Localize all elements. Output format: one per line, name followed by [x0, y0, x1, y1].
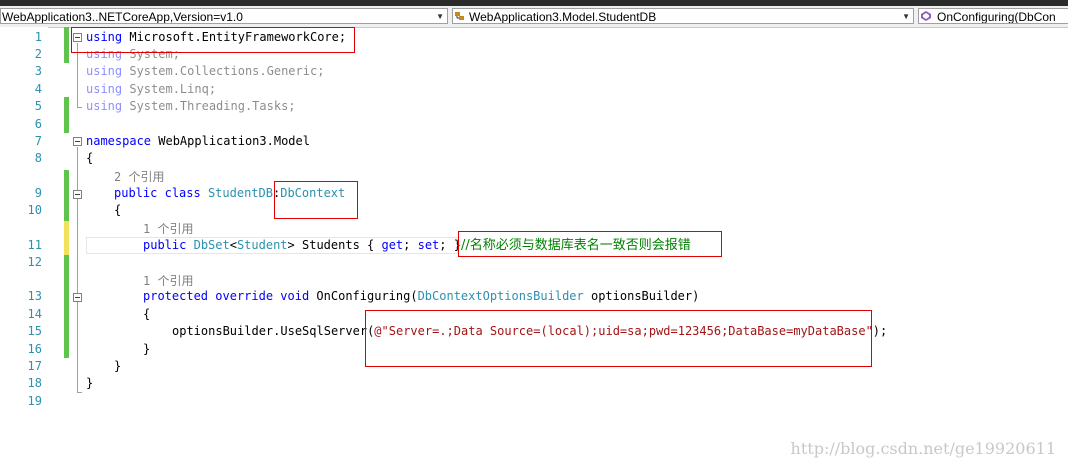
reference-count[interactable]: 1 个引用: [143, 272, 193, 289]
line-number: 18: [27, 376, 42, 390]
code-line-10: {: [114, 203, 122, 217]
annotation-box: [458, 231, 722, 257]
change-marker: [64, 221, 69, 255]
navigation-bar: WebApplication3..NETCoreApp,Version=v1.0…: [0, 6, 1068, 28]
annotation-box: [365, 310, 872, 367]
code-line-16: }: [143, 342, 151, 356]
line-number: 12: [27, 255, 42, 269]
code-line-3: using System.Collections.Generic;: [86, 64, 325, 78]
reference-count[interactable]: 1 个引用: [143, 220, 193, 237]
class-icon: [455, 12, 464, 20]
code-line-4: using System.Linq;: [86, 82, 217, 96]
line-number: 5: [34, 99, 42, 113]
line-number: 8: [34, 151, 42, 165]
outline-line: [77, 147, 78, 392]
project-dropdown[interactable]: WebApplication3..NETCoreApp,Version=v1.0…: [0, 8, 448, 24]
type-dropdown[interactable]: WebApplication3.Model.StudentDB ▼: [452, 8, 914, 24]
outline-line: [77, 392, 82, 393]
line-number: 11: [27, 238, 42, 252]
chevron-down-icon: ▼: [902, 12, 910, 21]
code-line-18: }: [86, 376, 94, 390]
member-dropdown[interactable]: OnConfiguring(DbCon: [918, 8, 1068, 24]
code-line-13: protected override void OnConfiguring(Db…: [143, 289, 700, 303]
line-number: 17: [27, 359, 42, 373]
chevron-down-icon: ▼: [436, 12, 444, 21]
line-number-gutter: 1 2 3 4 5 6 7 8 9 10 11 12 13 14 15 16 1…: [0, 27, 48, 470]
code-line-17: }: [114, 359, 122, 373]
annotation-box: [71, 27, 355, 53]
line-number: 16: [27, 342, 42, 356]
line-number: 19: [27, 394, 42, 408]
code-editor[interactable]: 1 2 3 4 5 6 7 8 9 10 11 12 13 14 15 16 1…: [0, 27, 1068, 470]
code-line-5: using System.Threading.Tasks;: [86, 99, 296, 113]
line-number: 7: [34, 134, 42, 148]
outline-line: [77, 107, 82, 108]
change-marker: [64, 27, 69, 63]
line-number: 3: [34, 64, 42, 78]
line-number: 15: [27, 324, 42, 338]
code-line-8: {: [86, 151, 94, 165]
line-number: 2: [34, 47, 42, 61]
reference-count[interactable]: 2 个引用: [114, 168, 164, 185]
line-number: 9: [34, 186, 42, 200]
change-marker: [64, 170, 69, 221]
collapse-icon[interactable]: [73, 190, 82, 199]
collapse-icon[interactable]: [73, 137, 82, 146]
change-marker: [64, 97, 69, 133]
line-number: 10: [27, 203, 42, 217]
code-line-7: namespace WebApplication3.Model: [86, 134, 310, 148]
project-dropdown-label: WebApplication3..NETCoreApp,Version=v1.0: [2, 10, 243, 24]
member-dropdown-label: OnConfiguring(DbCon: [937, 10, 1056, 24]
code-line-14: {: [143, 307, 151, 321]
line-number: 4: [34, 82, 42, 96]
method-icon: [921, 11, 931, 21]
line-number: 13: [27, 289, 42, 303]
type-dropdown-label: WebApplication3.Model.StudentDB: [469, 10, 657, 24]
line-number: 6: [34, 117, 42, 131]
annotation-box: [274, 181, 358, 219]
change-marker: [64, 255, 69, 358]
watermark: http://blog.csdn.net/ge19920611: [790, 439, 1056, 458]
line-number: 14: [27, 307, 42, 321]
collapse-icon[interactable]: [73, 293, 82, 302]
line-number: 1: [34, 30, 42, 44]
